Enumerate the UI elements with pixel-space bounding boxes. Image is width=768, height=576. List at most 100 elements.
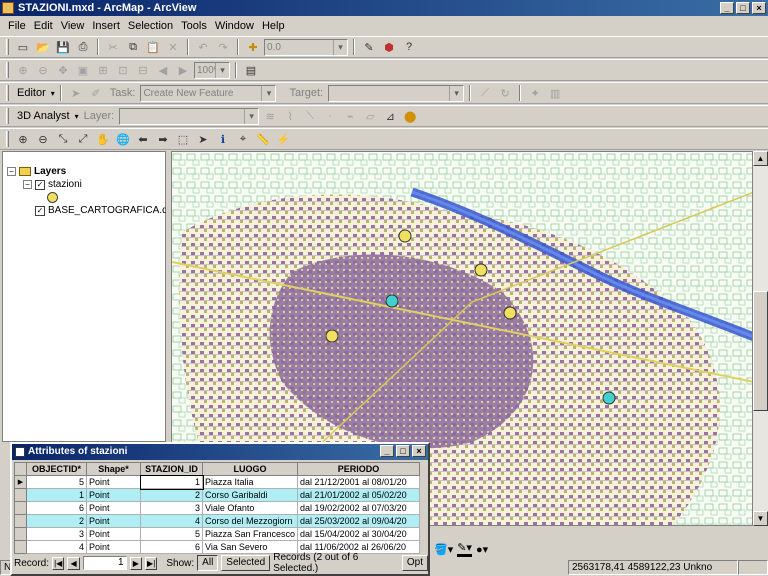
stazioni-checkbox[interactable]: ✓ [35,179,45,190]
first-record-button[interactable]: |◀ [52,556,65,570]
scroll-up-icon[interactable]: ▲ [753,151,768,166]
layout-zoom-combo[interactable]: 100% [194,61,230,79]
select-elements-arrow-icon[interactable]: ➤ [194,130,212,148]
cell-luogo[interactable]: Corso del Mezzogiorn [201,514,299,528]
cell-stazion-id[interactable]: 1 [139,474,204,490]
next-extent-icon[interactable]: ➡ [154,130,172,148]
table-row[interactable]: 1 Point 2 Corso Garibaldi dal 21/01/2002 al … [14,488,421,502]
show-all-button[interactable]: All [197,555,219,571]
edit-tool-icon[interactable]: ➤ [67,84,85,102]
row-selector[interactable] [14,501,27,515]
layout-pan-icon[interactable]: ✥ [54,61,72,79]
fill-color-icon[interactable]: 🪣▾ [434,543,453,556]
whats-this-icon[interactable]: ? [400,38,418,56]
row-selector[interactable] [14,527,27,541]
col-periodo[interactable]: PERIODO [297,462,421,476]
steepest-path-icon[interactable]: ⌇ [281,107,299,125]
station-point[interactable] [474,263,488,277]
fixed-zoom-in-map-icon[interactable]: ⤡ [54,130,72,148]
interpolate-polygon-icon[interactable]: ▱ [361,107,379,125]
interpolate-point-icon[interactable]: · [321,107,339,125]
cell-objectid[interactable]: 1 [26,488,87,502]
pan-hand-icon[interactable]: ✋ [94,130,112,148]
attr-maximize-button[interactable]: □ [396,445,410,457]
select-features-icon[interactable]: ⬚ [174,130,192,148]
options-button[interactable]: Opt [401,555,429,571]
cell-objectid[interactable]: 3 [26,527,87,541]
last-record-button[interactable]: ▶| [144,556,158,570]
cell-stazion-id[interactable]: 5 [140,527,203,541]
delete-icon[interactable]: ✕ [164,38,182,56]
cell-luogo[interactable]: Piazza Italia [201,475,299,489]
redo-icon[interactable]: ↷ [214,38,232,56]
rotate-tool-icon[interactable]: ↻ [496,84,514,102]
cell-shape[interactable]: Point [86,527,141,541]
zoom-whole-page-icon[interactable]: ▣ [74,61,92,79]
menu-tools[interactable]: Tools [177,20,211,32]
base-cartografica-checkbox[interactable]: ✓ [35,205,45,216]
cell-luogo[interactable]: Piazza San Francesco [201,527,299,541]
sketch-tool-icon[interactable]: ✐ [87,84,105,102]
attr-close-button[interactable]: × [412,445,426,457]
split-tool-icon[interactable]: ⟋ [476,84,494,102]
line-of-sight-icon[interactable]: ⟍ [301,107,319,125]
arcscene-icon[interactable]: ⬤ [401,107,419,125]
cell-periodo[interactable]: dal 21/01/2002 al 05/02/20 [297,488,421,502]
line-color-icon[interactable]: ✎▾ [457,541,472,557]
cell-objectid[interactable]: 2 [26,514,87,528]
task-combo[interactable]: Create New Feature [140,84,277,102]
open-icon[interactable]: 📂 [34,38,52,56]
hyperlink-icon[interactable]: ⚡ [274,130,292,148]
record-number-field[interactable]: 1 [82,556,127,570]
station-point-selected[interactable] [385,294,399,308]
previous-extent-icon[interactable]: ⬅ [134,130,152,148]
next-record-button[interactable]: ▶ [129,556,142,570]
zoom-100-icon[interactable]: ⊞ [94,61,112,79]
table-row[interactable]: ▶ 5 Point 1 Piazza Italia dal 21/12/2001 al 0… [14,474,421,490]
station-point[interactable] [398,229,412,243]
attribute-grid[interactable]: OBJECTID* Shape* STAZION_ID LUOGO PERIOD… [14,462,421,554]
cell-shape[interactable]: Point [86,514,141,528]
previous-record-button[interactable]: ◀ [67,556,80,570]
full-extent-globe-icon[interactable]: 🌐 [114,130,132,148]
table-row[interactable]: 3 Point 5 Piazza San Francesco dal 15/04/200… [14,527,421,541]
copy-icon[interactable]: ⧉ [124,38,142,56]
paste-icon[interactable]: 📋 [144,38,162,56]
cell-periodo[interactable]: dal 21/12/2001 al 08/01/20 [297,475,421,489]
layout-zoom-out-icon[interactable]: ⊖ [34,61,52,79]
cell-shape[interactable]: Point [86,540,141,554]
menu-help[interactable]: Help [258,20,289,32]
forward-extent-icon[interactable]: ▶ [174,61,192,79]
cell-stazion-id[interactable]: 6 [140,540,203,554]
attr-minimize-button[interactable]: _ [380,445,394,457]
editor-menu[interactable]: Editor [14,87,49,99]
back-extent-icon[interactable]: ◀ [154,61,172,79]
cell-objectid[interactable]: 5 [26,475,87,489]
cell-periodo[interactable]: dal 25/03/2002 al 09/04/20 [297,514,421,528]
col-stazion-id[interactable]: STAZION_ID [140,462,203,476]
save-icon[interactable]: 💾 [54,38,72,56]
minimize-button[interactable]: _ [720,2,734,14]
col-luogo[interactable]: LUOGO [201,462,299,476]
scroll-thumb[interactable] [753,291,768,411]
identify-icon[interactable]: ℹ [214,130,232,148]
sketch-properties-icon[interactable]: ✦ [526,84,544,102]
measure-icon[interactable]: 📏 [254,130,272,148]
base-cartografica-layer-label[interactable]: BASE_CARTOGRAFICA.dwg [48,205,180,216]
fixed-zoom-out-map-icon[interactable]: ⤢ [74,130,92,148]
layers-root-label[interactable]: Layers [34,166,66,177]
cell-periodo[interactable]: dal 15/04/2002 al 30/04/20 [297,527,421,541]
menu-view[interactable]: View [57,20,89,32]
menu-selection[interactable]: Selection [124,20,177,32]
close-button[interactable]: × [752,2,766,14]
find-binoculars-icon[interactable]: ⌖ [234,130,252,148]
layout-zoom-in-icon[interactable]: ⊕ [14,61,32,79]
add-data-icon[interactable]: ✚ [244,38,262,56]
undo-icon[interactable]: ↶ [194,38,212,56]
cut-icon[interactable]: ✂ [104,38,122,56]
map-vertical-scrollbar[interactable]: ▲ ▼ [753,151,768,526]
profile-graph-icon[interactable]: ⊿ [381,107,399,125]
cell-stazion-id[interactable]: 2 [140,488,203,502]
scroll-down-icon[interactable]: ▼ [753,511,768,526]
cell-stazion-id[interactable]: 4 [140,514,203,528]
